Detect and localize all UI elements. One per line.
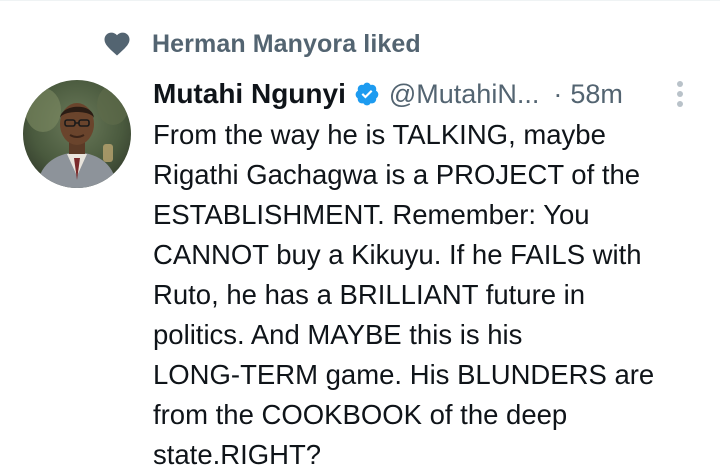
heart-icon [104, 32, 130, 56]
tweet-text-line: state.RIGHT? [153, 439, 322, 470]
tweet-text-line: ESTABLISHMENT. Remember: You [153, 199, 590, 230]
tweet-header: Mutahi Ngunyi @MutahiN... · 58m [153, 72, 693, 116]
author-handle[interactable]: @MutahiN... [389, 79, 539, 110]
tweet-text: From the way he is TALKING, maybe Rigath… [153, 115, 709, 475]
author-name[interactable]: Mutahi Ngunyi [153, 78, 346, 110]
tweet-text-line: politics. And MAYBE this is his [153, 319, 523, 350]
tweet-text-line: From the way he is TALKING, maybe [153, 119, 606, 150]
separator-dot: · [553, 78, 563, 109]
tweet-text-line: Rigathi Gachagwa is a PROJECT of the [153, 159, 641, 190]
tweet-text-line: from the COOKBOOK of the deep [153, 399, 568, 430]
social-context-text: Herman Manyora liked [152, 29, 421, 58]
tweet-text-line: LONG-TERM game. His BLUNDERS are [153, 359, 655, 390]
top-divider [0, 0, 720, 1]
tweet-text-line: CANNOT buy a Kikuyu. If he FAILS with [153, 239, 642, 270]
verified-badge-icon[interactable] [354, 81, 380, 107]
avatar[interactable] [23, 80, 131, 188]
social-context[interactable]: Herman Manyora liked [102, 26, 421, 62]
tweet-text-line: Ruto, he has a BRILLIANT future in [153, 279, 586, 310]
avatar-image [23, 80, 131, 188]
more-options-icon[interactable] [670, 78, 690, 110]
timestamp[interactable]: 58m [570, 79, 623, 110]
